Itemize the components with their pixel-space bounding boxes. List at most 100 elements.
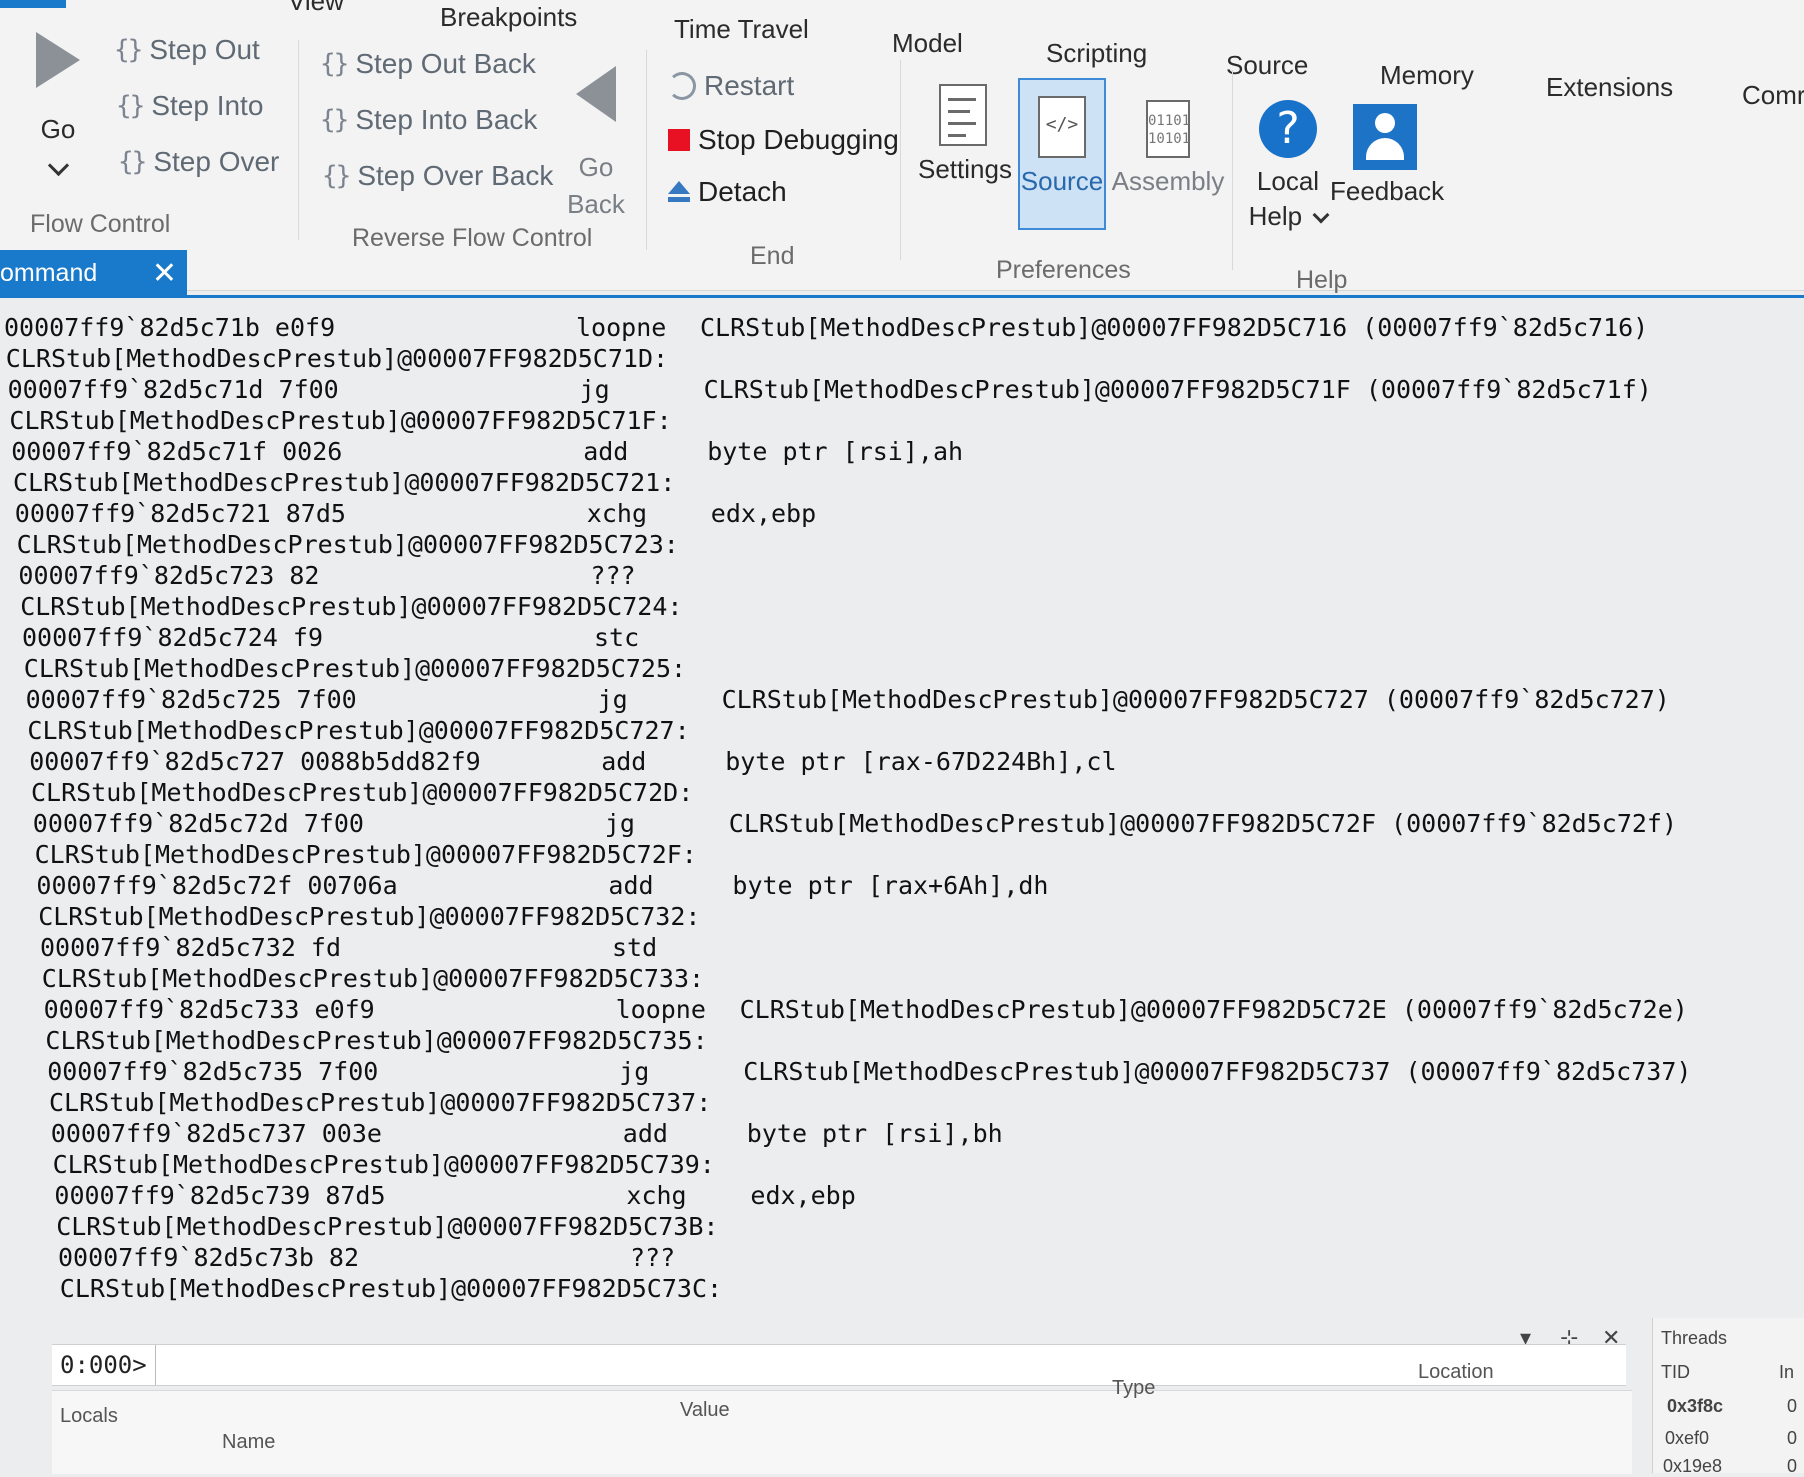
threads-title: Threads xyxy=(1661,1328,1728,1348)
disasm-operands: CLRStub[MethodDescPrestub]@00007FF982D5C… xyxy=(703,375,1652,404)
detach-button[interactable]: Detach xyxy=(668,176,787,208)
locals-pane: Locals Name Value Type Location xyxy=(52,1361,1632,1474)
disasm-address: CLRStub[MethodDescPrestub]@00007FF982D5C… xyxy=(9,406,672,435)
settings-button[interactable]: Settings xyxy=(918,84,1012,185)
disasm-address: 00007ff9`82d5c733 e0f9 xyxy=(43,995,375,1024)
step-out-label: Step Out xyxy=(149,34,260,65)
feedback-button[interactable]: Feedback xyxy=(1330,104,1445,207)
tab-command[interactable]: Comr xyxy=(1742,80,1804,111)
step-into-back-button[interactable]: {} Step Into Back xyxy=(320,104,537,136)
locals-col-location[interactable]: Location xyxy=(1418,1361,1494,1384)
go-back-button[interactable]: Go Back xyxy=(566,66,626,220)
group-separator xyxy=(900,60,901,260)
disasm-mnemonic: xchg xyxy=(626,1181,687,1210)
disasm-address: CLRStub[MethodDescPrestub]@00007FF982D5C… xyxy=(13,468,676,497)
restart-button[interactable]: Restart xyxy=(668,70,794,102)
tab-view[interactable]: View xyxy=(288,0,344,17)
go-button[interactable]: Go xyxy=(28,32,88,180)
assembly-button[interactable]: 01101 10101 Assembly xyxy=(1106,100,1230,197)
disasm-address: CLRStub[MethodDescPrestub]@00007FF982D5C… xyxy=(52,1150,715,1179)
stop-debugging-button[interactable]: Stop Debugging xyxy=(668,124,899,156)
disasm-mnemonic: add xyxy=(601,747,647,776)
disasm-address: 00007ff9`82d5c724 f9 xyxy=(22,623,324,652)
restart-icon xyxy=(668,72,696,100)
disasm-address: 00007ff9`82d5c72f 00706a xyxy=(36,871,398,900)
thread-tid[interactable]: 0x3f8c xyxy=(1667,1396,1723,1417)
disasm-mnemonic: jg xyxy=(604,809,635,838)
disasm-mnemonic: jg xyxy=(619,1057,650,1086)
ribbon: View Breakpoints Time Travel Model Scrip… xyxy=(0,0,1804,294)
step-over-button[interactable]: {} Step Over xyxy=(118,146,279,178)
step-out-back-icon: {} xyxy=(320,49,349,79)
feedback-label: Feedback xyxy=(1330,176,1445,206)
locals-col-type[interactable]: Type xyxy=(1112,1377,1155,1400)
tab-scripting[interactable]: Scripting xyxy=(1046,38,1147,69)
disasm-operands: CLRStub[MethodDescPrestub]@00007FF982D5C… xyxy=(721,685,1670,714)
disasm-address: 00007ff9`82d5c71b e0f9 xyxy=(4,313,336,342)
disasm-address: CLRStub[MethodDescPrestub]@00007FF982D5C… xyxy=(16,530,679,559)
disasm-operands: byte ptr [rsi],bh xyxy=(746,1119,1003,1148)
disasm-mnemonic: ??? xyxy=(630,1243,676,1272)
group-separator xyxy=(1232,70,1233,270)
locals-col-name[interactable]: Name xyxy=(222,1431,275,1454)
disasm-address: CLRStub[MethodDescPrestub]@00007FF982D5C… xyxy=(31,778,694,807)
step-into-back-label: Step Into Back xyxy=(355,104,538,135)
command-input[interactable] xyxy=(155,1344,1626,1386)
locals-col-value[interactable]: Value xyxy=(680,1399,730,1422)
chevron-down-icon[interactable] xyxy=(47,154,69,177)
group-separator xyxy=(646,50,647,250)
disasm-mnemonic: add xyxy=(622,1119,668,1148)
disasm-address: CLRStub[MethodDescPrestub]@00007FF982D5C… xyxy=(20,592,683,621)
tab-breakpoints[interactable]: Breakpoints xyxy=(440,2,577,33)
disasm-address: 00007ff9`82d5c71d 7f00 xyxy=(7,375,339,404)
tab-model[interactable]: Model xyxy=(892,28,963,59)
step-into-button[interactable]: {} Step Into xyxy=(116,90,263,122)
group-label-preferences: Preferences xyxy=(996,256,1131,284)
disasm-mnemonic: loopne xyxy=(576,313,667,342)
disasm-address: CLRStub[MethodDescPrestub]@00007FF982D5C… xyxy=(41,964,705,993)
disasm-address: CLRStub[MethodDescPrestub]@00007FF982D5C… xyxy=(49,1088,712,1117)
disasm-address: 00007ff9`82d5c735 7f00 xyxy=(47,1057,379,1086)
tab-extensions[interactable]: Extensions xyxy=(1546,72,1673,103)
command-output[interactable]: 00007ff9`82d5c71b e0f9 loopne CLRStub[Meth… xyxy=(0,304,1804,1326)
thread-tid[interactable]: 0xef0 xyxy=(1665,1428,1709,1449)
chevron-down-icon[interactable] xyxy=(1312,206,1330,224)
help-icon: ? xyxy=(1259,100,1317,158)
thread-tid[interactable]: 0x19e8 xyxy=(1663,1456,1722,1477)
go-label: Go xyxy=(40,114,76,144)
locals-title: Locals xyxy=(60,1405,118,1427)
disasm-address: CLRStub[MethodDescPrestub]@00007FF982D5C… xyxy=(27,716,690,745)
step-into-icon: {} xyxy=(116,91,145,121)
eject-icon xyxy=(668,181,690,203)
disasm-operands: CLRStub[MethodDescPrestub]@00007FF982D5C… xyxy=(728,809,1678,838)
step-out-icon: {} xyxy=(114,35,143,65)
disasm-operands: edx,ebp xyxy=(750,1181,856,1210)
local-help-button[interactable]: ? Local Help xyxy=(1238,100,1338,232)
disasm-operands: CLRStub[MethodDescPrestub]@00007FF982D5C… xyxy=(739,995,1688,1024)
step-over-back-button[interactable]: {} Step Over Back xyxy=(322,160,553,192)
step-out-button[interactable]: {} Step Out xyxy=(114,34,260,66)
disasm-address: CLRStub[MethodDescPrestub]@00007FF982D5C… xyxy=(38,902,701,931)
step-over-icon: {} xyxy=(118,147,147,177)
tab-memory[interactable]: Memory xyxy=(1380,60,1474,91)
tab-source[interactable]: Source xyxy=(1226,50,1308,81)
step-into-back-icon: {} xyxy=(320,105,349,135)
disasm-address: 00007ff9`82d5c73b 82 xyxy=(58,1243,360,1272)
disasm-address: 00007ff9`82d5c727 0088b5dd82f9 xyxy=(29,747,481,776)
source-toggle[interactable]: </> Source xyxy=(1018,96,1106,197)
disasm-operands: byte ptr [rax+6Ah],dh xyxy=(732,871,1049,900)
file-tab[interactable] xyxy=(0,0,66,8)
disasm-address: CLRStub[MethodDescPrestub]@00007FF982D5C… xyxy=(56,1212,719,1241)
disasm-operands: CLRStub[MethodDescPrestub]@00007FF982D5C… xyxy=(700,313,1649,342)
step-out-back-label: Step Out Back xyxy=(355,48,536,79)
group-label-end: End xyxy=(750,242,795,270)
threads-col-in[interactable]: In xyxy=(1779,1362,1794,1383)
step-out-back-button[interactable]: {} Step Out Back xyxy=(320,48,536,80)
stop-icon xyxy=(668,129,690,151)
disasm-mnemonic: add xyxy=(583,437,629,466)
command-tab[interactable]: ommand ✕ xyxy=(0,250,187,296)
threads-col-tid[interactable]: TID xyxy=(1661,1362,1690,1383)
disasm-mnemonic: xchg xyxy=(586,499,648,528)
tab-time-travel[interactable]: Time Travel xyxy=(674,14,809,45)
close-icon[interactable]: ✕ xyxy=(152,256,177,291)
